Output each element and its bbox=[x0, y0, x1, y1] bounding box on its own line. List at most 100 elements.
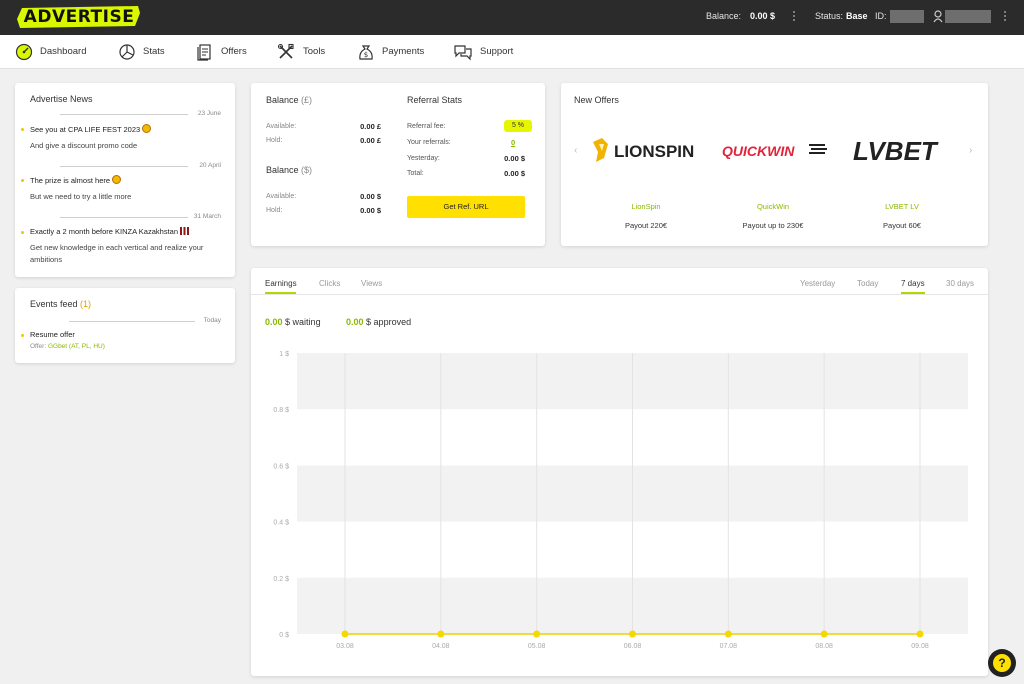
logo-text: ADVERTISE bbox=[23, 7, 135, 27]
news-item-title[interactable]: The prize is almost here bbox=[30, 175, 122, 185]
nav-payments[interactable]: $ Payments bbox=[357, 35, 427, 69]
offer-name-link[interactable]: LionSpin bbox=[591, 202, 701, 211]
news-date-row: 31 March bbox=[60, 213, 221, 221]
top-bar: ADVERTISE Balance: 0.00 $ Status: Base I… bbox=[0, 0, 1024, 35]
dashboard-icon bbox=[15, 43, 33, 61]
quickwin-logo[interactable]: QUICKWIN bbox=[721, 140, 831, 162]
referral-total-value: 0.00 $ bbox=[504, 169, 525, 178]
events-card-title: Events feed (1) bbox=[30, 299, 91, 309]
balance-value: 0.00 $ bbox=[750, 11, 776, 21]
referrals-count-link[interactable]: 0 bbox=[511, 138, 515, 147]
news-date-row: 23 June bbox=[60, 110, 221, 118]
nav-dashboard[interactable]: Dashboard bbox=[15, 35, 95, 69]
offer-name-link[interactable]: LVBET LV bbox=[847, 202, 957, 211]
question-mark-icon: ? bbox=[993, 654, 1011, 672]
advertise-logo[interactable]: ADVERTISE bbox=[16, 5, 142, 29]
news-title-text: Exactly a 2 month before KINZA Kazakhsta… bbox=[30, 227, 178, 236]
offer-payout: Payout 220€ bbox=[624, 221, 668, 230]
get-ref-url-button[interactable]: Get Ref. URL bbox=[407, 196, 525, 218]
news-bullet bbox=[21, 231, 24, 234]
offer-name-link[interactable]: QuickWin bbox=[718, 202, 828, 211]
balance-gbp-title-text: Balance bbox=[266, 95, 299, 105]
next-arrow-icon[interactable]: › bbox=[969, 145, 972, 156]
gbp-hold-value: 0.00 £ bbox=[360, 136, 381, 145]
tab-7-days[interactable]: 7 days bbox=[901, 279, 925, 288]
nav-offers[interactable]: Offers bbox=[196, 35, 251, 69]
event-offer-link[interactable]: GGbet (AT, PL, HU) bbox=[48, 343, 105, 350]
event-offer-label: Offer: bbox=[30, 343, 47, 350]
earnings-data-point bbox=[820, 630, 828, 638]
smile-emoji-icon bbox=[112, 175, 122, 184]
tab-clicks[interactable]: Clicks bbox=[319, 279, 340, 288]
events-card: Events feed (1) Today Resume offer Offer… bbox=[15, 288, 235, 363]
flag-icon bbox=[180, 227, 190, 235]
earnings-chart: 1 $ 0.8 $ 0.6 $ 0.4 $ 0.2 $ 0 $ 03.08 04.08 05.0… bbox=[273, 351, 968, 650]
y-tick-label: 0.8 $ bbox=[273, 407, 289, 414]
news-card-title: Advertise News bbox=[30, 94, 93, 104]
main-nav: Dashboard Stats Offers Tools $ Payments … bbox=[0, 35, 1024, 69]
events-date: Today bbox=[203, 317, 221, 324]
earnings-data-point bbox=[629, 630, 636, 638]
new-offers-title: New Offers bbox=[574, 95, 619, 105]
user-icon[interactable] bbox=[933, 10, 943, 25]
money-bag-icon: $ bbox=[359, 45, 373, 60]
balance-gbp-unit: (£) bbox=[301, 95, 313, 105]
offer-payout: Payout 60€ bbox=[883, 221, 921, 230]
news-item-text: But we need to try a little more bbox=[30, 192, 132, 201]
approved-summary: 0.00 $ approved bbox=[346, 317, 411, 327]
gbp-hold-label: Hold: bbox=[266, 137, 283, 144]
news-item-title[interactable]: See you at CPA LIFE FEST 2023 bbox=[30, 124, 152, 134]
referral-yesterday-value: 0.00 $ bbox=[504, 154, 525, 163]
waiting-value: 0.00 bbox=[265, 317, 283, 327]
balance-usd-unit: ($) bbox=[301, 165, 313, 175]
status-label: Status: bbox=[815, 11, 844, 21]
balance-referral-card: Balance (£) Available: 0.00 £ Hold: 0.00… bbox=[251, 83, 545, 246]
y-tick-label: 1 $ bbox=[279, 351, 289, 358]
news-date: 31 March bbox=[193, 213, 221, 220]
approved-label: $ approved bbox=[366, 317, 412, 327]
new-offers-card: New Offers ‹ › LIONSPIN QUICKWIN LVBET L… bbox=[561, 83, 988, 246]
lionspin-logo[interactable]: LIONSPIN bbox=[590, 136, 702, 164]
referral-yesterday-label: Yesterday: bbox=[407, 155, 440, 162]
nav-stats[interactable]: Stats bbox=[118, 35, 168, 69]
earnings-chart-card: Earnings Clicks Views Yesterday Today 7 … bbox=[251, 268, 988, 676]
nav-label-payments: Payments bbox=[382, 46, 425, 57]
nav-support[interactable]: Support bbox=[453, 35, 518, 69]
lvbet-logo[interactable]: LVBET bbox=[851, 135, 956, 166]
news-item-title[interactable]: Exactly a 2 month before KINZA Kazakhsta… bbox=[30, 227, 190, 236]
event-title: Resume offer bbox=[30, 330, 75, 339]
gbp-available-label: Available: bbox=[266, 123, 297, 130]
nav-label-offers: Offers bbox=[221, 46, 247, 57]
help-button[interactable]: ? bbox=[988, 649, 1016, 677]
usd-available-value: 0.00 $ bbox=[360, 192, 381, 201]
balance-usd-title-text: Balance bbox=[266, 165, 299, 175]
tab-earnings-underline bbox=[265, 292, 296, 294]
nav-label-tools: Tools bbox=[303, 46, 326, 57]
earnings-data-point bbox=[533, 630, 541, 638]
tab-views[interactable]: Views bbox=[361, 279, 382, 288]
x-tick-label: 04.08 bbox=[432, 643, 450, 650]
news-date: 23 June bbox=[197, 110, 221, 117]
prev-arrow-icon[interactable]: ‹ bbox=[574, 145, 577, 156]
tab-yesterday[interactable]: Yesterday bbox=[800, 279, 835, 288]
x-tick-label: 09.08 bbox=[911, 643, 929, 650]
tab-30-days[interactable]: 30 days bbox=[946, 279, 974, 288]
tab-7-days-underline bbox=[901, 292, 925, 294]
user-menu-icon[interactable] bbox=[1003, 9, 1007, 25]
chat-bubbles-icon bbox=[454, 45, 472, 61]
balance-menu-icon[interactable] bbox=[792, 9, 796, 25]
y-tick-label: 0 $ bbox=[279, 632, 289, 639]
event-offer: Offer: GGbet (AT, PL, HU) bbox=[30, 343, 105, 350]
document-icon bbox=[197, 44, 211, 61]
nav-tools[interactable]: Tools bbox=[277, 35, 329, 69]
waiting-label: $ waiting bbox=[285, 317, 321, 327]
y-tick-label: 0.4 $ bbox=[273, 520, 289, 527]
waiting-summary: 0.00 $ waiting bbox=[265, 317, 321, 327]
balance-label: Balance: bbox=[706, 11, 742, 21]
x-tick-label: 05.08 bbox=[528, 643, 546, 650]
tabs-divider bbox=[251, 294, 988, 295]
lionspin-logo-text: LIONSPIN bbox=[614, 142, 694, 161]
tab-earnings[interactable]: Earnings bbox=[265, 279, 297, 288]
status-value: Base bbox=[846, 11, 868, 21]
tab-today[interactable]: Today bbox=[857, 279, 878, 288]
